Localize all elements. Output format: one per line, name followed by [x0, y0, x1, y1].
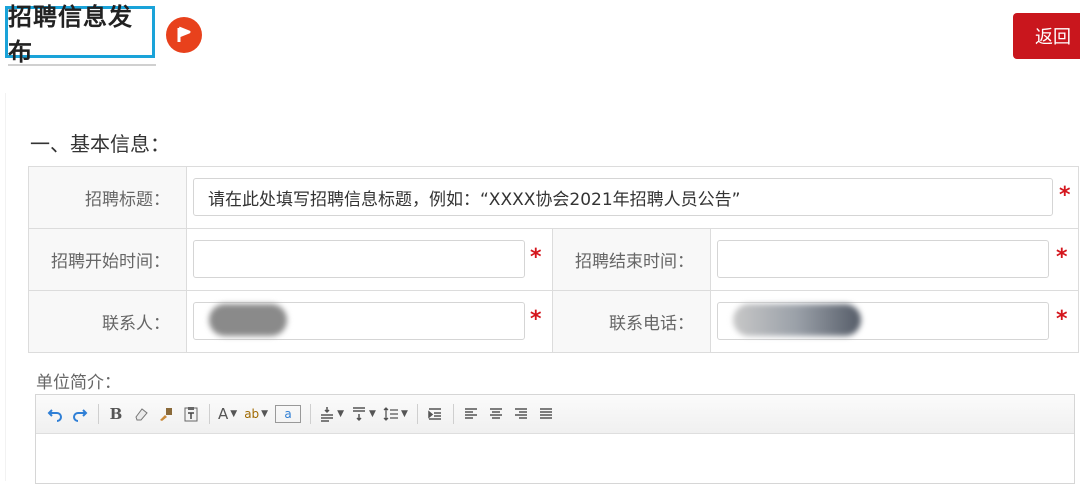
toolbar-separator [416, 404, 418, 424]
rich-text-editor[interactable]: B A ▼ ab ▼ a ▼ ▼ ▼ [35, 394, 1075, 484]
required-mark: * [1059, 183, 1071, 208]
line-height-icon[interactable]: ▼ [319, 403, 344, 425]
form-row-time: 招聘开始时间： * 招聘结束时间： * [28, 228, 1080, 291]
play-icon[interactable] [166, 17, 202, 53]
form-row-contact: 联系人： * 联系电话： * [28, 290, 1080, 353]
required-mark: * [1056, 307, 1068, 332]
contact-cell: * [186, 290, 553, 353]
chevron-down-icon: ▼ [230, 409, 238, 419]
required-mark: * [530, 245, 542, 270]
border-icon[interactable]: a [275, 405, 302, 423]
toolbar-separator [209, 404, 210, 424]
page-title-box: 招聘信息发布 [5, 3, 155, 66]
list-spacing-icon[interactable]: ▼ [383, 403, 408, 425]
title-input[interactable] [193, 178, 1053, 216]
toolbar-separator [98, 404, 99, 424]
toolbar-separator [310, 404, 312, 424]
redacted-phone-blur [733, 304, 861, 336]
bold-icon[interactable]: B [107, 403, 125, 425]
highlight-glyph: ab [244, 407, 260, 421]
format-brush-icon[interactable] [157, 403, 175, 425]
editor-toolbar: B A ▼ ab ▼ a ▼ ▼ ▼ [36, 395, 1074, 434]
basic-info-form: 招聘标题： * 招聘开始时间： * 招聘结束时间： * 联系人： * 联系电话：… [28, 166, 1080, 353]
start-time-cell: * [186, 228, 553, 291]
redacted-contact-blur [209, 304, 287, 336]
paragraph-spacing-icon[interactable]: ▼ [351, 403, 376, 425]
contact-label: 联系人： [28, 290, 187, 353]
chevron-down-icon: ▼ [369, 409, 376, 419]
align-center-icon[interactable] [487, 403, 505, 425]
toolbar-separator [452, 404, 454, 424]
section-title-basic-info: 一、基本信息： [30, 132, 170, 156]
unit-intro-label: 单位简介： [36, 373, 121, 393]
undo-icon[interactable] [46, 403, 64, 425]
indent-icon[interactable] [426, 403, 444, 425]
start-time-input[interactable] [193, 240, 525, 278]
editor-content-area[interactable] [36, 434, 1074, 484]
phone-cell: * [709, 290, 1080, 353]
end-time-input[interactable] [717, 240, 1049, 278]
align-left-icon[interactable] [462, 403, 480, 425]
redo-icon[interactable] [71, 403, 89, 425]
align-right-icon[interactable] [512, 403, 530, 425]
font-color-glyph: A [218, 405, 229, 423]
form-row-title: 招聘标题： * [28, 166, 1080, 229]
play-glyph [177, 26, 191, 42]
back-button[interactable]: 返回 [1013, 13, 1080, 59]
start-time-label: 招聘开始时间： [28, 228, 187, 291]
title-input-cell: * [185, 166, 1080, 229]
page-header: 招聘信息发布 返回 [0, 0, 1080, 80]
required-mark: * [530, 307, 542, 332]
chevron-down-icon: ▼ [337, 409, 345, 419]
eraser-icon[interactable] [132, 403, 150, 425]
highlight-icon[interactable]: ab ▼ [244, 403, 268, 425]
justify-icon[interactable] [537, 403, 555, 425]
title-label: 招聘标题： [28, 166, 187, 229]
chevron-down-icon: ▼ [400, 409, 408, 419]
chevron-down-icon: ▼ [261, 409, 269, 419]
end-time-label: 招聘结束时间： [552, 228, 711, 291]
paste-text-icon[interactable] [182, 403, 200, 425]
phone-label: 联系电话： [552, 290, 711, 353]
end-time-cell: * [709, 228, 1080, 291]
font-color-icon[interactable]: A ▼ [218, 403, 237, 425]
title-underline [8, 64, 156, 66]
page-title: 招聘信息发布 [8, 3, 133, 66]
required-mark: * [1056, 245, 1068, 270]
